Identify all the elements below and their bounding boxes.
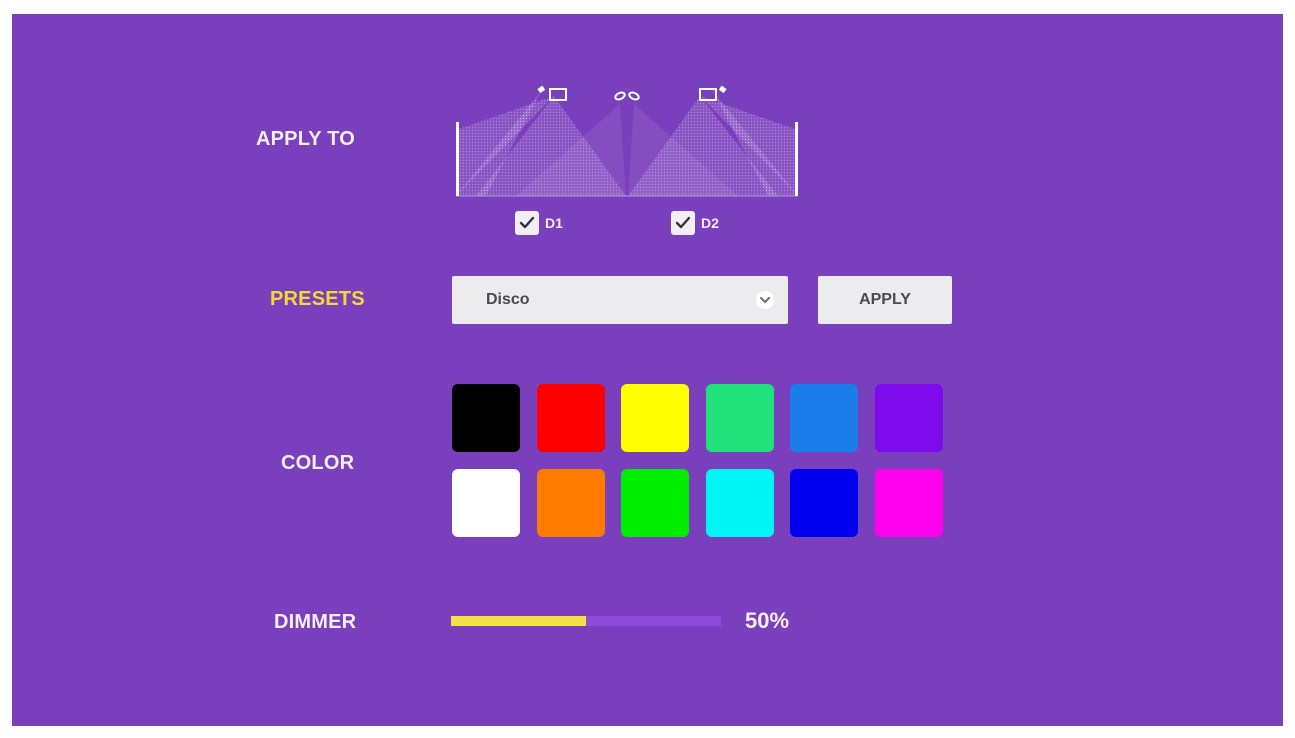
color-swatch[interactable]: [874, 384, 943, 452]
color-swatch[interactable]: [621, 384, 689, 452]
d2-checkbox[interactable]: [671, 211, 695, 235]
fixture-icon: [718, 85, 727, 94]
color-swatch[interactable]: [790, 384, 858, 452]
color-swatch[interactable]: [874, 469, 943, 537]
color-swatch[interactable]: [536, 469, 605, 537]
color-swatch[interactable]: [790, 469, 858, 537]
presets-label: PRESETS: [270, 288, 365, 310]
color-swatch[interactable]: [705, 384, 774, 452]
color-swatch[interactable]: [536, 384, 605, 452]
presets-dropdown[interactable]: Disco: [452, 276, 788, 324]
venue-diagram: [456, 84, 798, 210]
color-swatch[interactable]: [452, 469, 520, 537]
color-label: COLOR: [281, 452, 355, 474]
color-swatch[interactable]: [452, 384, 520, 452]
speaker-beams-diagram: [456, 85, 798, 197]
presets-selected-value: Disco: [486, 291, 530, 308]
d1-checkbox[interactable]: [515, 211, 539, 235]
dimmer-slider-fill: [451, 616, 586, 626]
dimmer-label: DIMMER: [274, 611, 357, 633]
target-d2[interactable]: D2: [671, 208, 719, 238]
fixture-icon: [614, 91, 626, 101]
apply-to-label: APPLY TO: [256, 128, 356, 150]
checkmark-icon: [519, 216, 535, 229]
lighting-control-panel: APPLY TO D1 D2 PRESETS Disco APPLY COLOR…: [12, 14, 1283, 726]
d2-label: D2: [701, 215, 719, 231]
apply-preset-button[interactable]: APPLY: [818, 276, 952, 324]
d1-label: D1: [545, 215, 563, 231]
dimmer-slider[interactable]: [451, 616, 721, 626]
fixture-icon: [628, 91, 640, 101]
target-d1[interactable]: D1: [515, 208, 563, 238]
chevron-down-icon: [756, 291, 774, 309]
checkmark-icon: [675, 216, 691, 229]
fixture-icon: [537, 85, 546, 94]
color-swatch[interactable]: [705, 469, 774, 537]
color-swatch[interactable]: [621, 469, 689, 537]
dimmer-value: 50%: [745, 608, 790, 633]
